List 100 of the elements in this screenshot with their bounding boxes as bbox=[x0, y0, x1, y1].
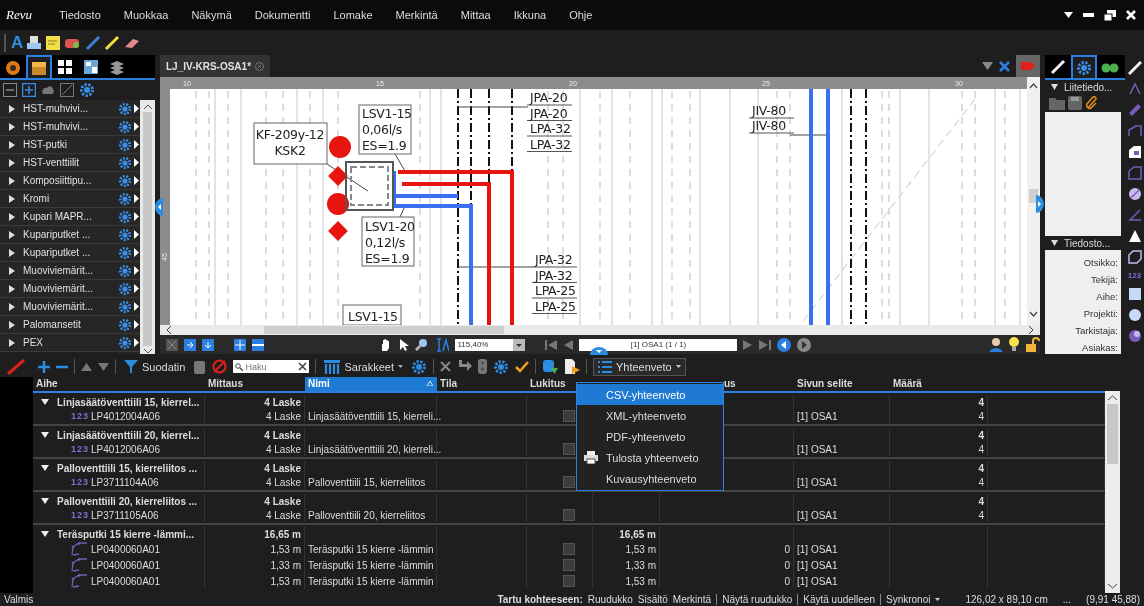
scroll-down-icon[interactable] bbox=[143, 349, 152, 354]
zoom-icon[interactable] bbox=[415, 337, 430, 352]
settings-icon[interactable] bbox=[118, 119, 132, 134]
clear-icon[interactable] bbox=[298, 362, 308, 371]
text-tool[interactable]: A bbox=[11, 34, 24, 51]
collapse-all-icon[interactable] bbox=[3, 83, 17, 97]
tool-set-item[interactable]: Kupari MAPR... bbox=[0, 208, 118, 226]
dropdown-icon[interactable] bbox=[513, 338, 526, 351]
collapse-arrow-icon[interactable] bbox=[41, 531, 49, 537]
clear-filter-icon[interactable] bbox=[212, 359, 228, 374]
shape-icon[interactable] bbox=[60, 83, 74, 97]
tool-set-item[interactable]: Palomansetit bbox=[0, 316, 118, 334]
snap-option[interactable]: Ruudukko bbox=[587, 594, 633, 605]
collapse-arrow-icon[interactable] bbox=[41, 498, 49, 504]
snapshot-icon[interactable] bbox=[1127, 287, 1142, 301]
move-up-icon[interactable] bbox=[81, 362, 92, 371]
user-icon[interactable] bbox=[989, 337, 1003, 352]
expand-arrow-icon[interactable] bbox=[1051, 240, 1058, 246]
status-toggle[interactable]: Synkronoi bbox=[885, 594, 931, 605]
export-icon[interactable] bbox=[563, 358, 580, 375]
note-icon[interactable] bbox=[45, 34, 62, 51]
tool-set-item[interactable]: HST-muhvivi... bbox=[0, 118, 118, 136]
more-link[interactable]: ... bbox=[1062, 594, 1072, 605]
snap-option[interactable]: Merkintä bbox=[672, 594, 712, 605]
status-light-icon[interactable] bbox=[477, 359, 487, 374]
pencil-icon[interactable] bbox=[104, 34, 121, 51]
cloud-icon[interactable] bbox=[41, 83, 55, 97]
collapse-arrow-icon[interactable] bbox=[41, 465, 49, 471]
ruler-icon[interactable] bbox=[1127, 103, 1142, 117]
scrollbar[interactable] bbox=[1027, 77, 1040, 325]
scroll-down-icon[interactable] bbox=[1108, 584, 1117, 589]
move-down-icon[interactable] bbox=[98, 362, 109, 371]
scroll-thumb[interactable] bbox=[143, 112, 152, 346]
section-title[interactable]: Liitetiedo... bbox=[1064, 81, 1113, 93]
angle-icon[interactable] bbox=[1127, 208, 1142, 222]
settings-icon[interactable] bbox=[118, 281, 132, 296]
menu-item[interactable]: Mittaa bbox=[460, 9, 491, 21]
settings-icon[interactable] bbox=[118, 263, 132, 278]
count-label[interactable]: 123 bbox=[1127, 271, 1142, 280]
scroll-thumb[interactable] bbox=[1107, 404, 1118, 464]
text-select-icon[interactable] bbox=[435, 337, 450, 352]
tool-set-item[interactable]: Muoviviemärit... bbox=[0, 280, 118, 298]
menu-item[interactable]: Lomake bbox=[333, 9, 373, 21]
menu-item[interactable]: Ohje bbox=[569, 9, 593, 21]
filter-button[interactable]: Suodatin bbox=[122, 357, 188, 376]
settings-icon[interactable] bbox=[118, 155, 132, 170]
perimeter-icon[interactable] bbox=[1127, 166, 1142, 180]
menu-item[interactable]: Tiedosto bbox=[59, 9, 101, 21]
column-header[interactable]: Tila bbox=[437, 377, 527, 391]
settings-icon[interactable] bbox=[118, 245, 132, 260]
tool-set-item[interactable]: Komposiittipu... bbox=[0, 172, 118, 190]
sync-icon[interactable] bbox=[234, 338, 246, 351]
menu-item[interactable]: Muokkaa bbox=[123, 9, 169, 21]
pointer-icon[interactable] bbox=[399, 337, 410, 352]
menu-item[interactable]: XML-yhteenveto bbox=[577, 405, 723, 426]
trash-icon[interactable] bbox=[193, 359, 207, 374]
checkbox[interactable] bbox=[563, 575, 575, 587]
settings-icon[interactable] bbox=[118, 101, 132, 116]
collapse-handle-icon[interactable] bbox=[1036, 195, 1044, 213]
menu-item[interactable]: PDF-yhteenveto bbox=[577, 426, 723, 447]
cube-icon[interactable] bbox=[1127, 250, 1142, 264]
diameter-icon[interactable] bbox=[1127, 187, 1142, 201]
stamp-icon[interactable] bbox=[26, 34, 43, 51]
menu-item[interactable]: CSV-yhteenveto bbox=[577, 384, 723, 405]
checkbox[interactable] bbox=[563, 410, 575, 422]
menu-item[interactable]: Tulosta yhteenveto bbox=[577, 447, 723, 468]
paperclip-icon[interactable] bbox=[1085, 96, 1099, 110]
restore-icon[interactable] bbox=[1104, 9, 1116, 21]
settings-icon[interactable] bbox=[118, 209, 132, 224]
last-page-icon[interactable] bbox=[759, 338, 772, 351]
snap-option[interactable]: Sisältö bbox=[637, 594, 668, 605]
tool-set-item[interactable]: HST-venttiilit bbox=[0, 154, 118, 172]
light-bulb-icon[interactable] bbox=[1009, 337, 1019, 352]
collapse-arrow-icon[interactable] bbox=[41, 399, 49, 405]
calibrate-icon[interactable] bbox=[1127, 82, 1142, 96]
collapse-arrow-icon[interactable] bbox=[41, 432, 49, 438]
status-toggle[interactable]: Käytä uudelleen bbox=[803, 594, 875, 605]
tool-set-item[interactable]: Muoviviemärit... bbox=[0, 262, 118, 280]
column-header[interactable]: Nimi bbox=[305, 377, 437, 391]
search-field[interactable]: Haku bbox=[233, 360, 310, 373]
menu-item[interactable]: Merkintä bbox=[395, 9, 438, 21]
cutout-icon[interactable] bbox=[1127, 329, 1142, 343]
expand-all-icon[interactable] bbox=[22, 83, 36, 97]
settings-icon[interactable] bbox=[118, 227, 132, 242]
settings-icon[interactable] bbox=[118, 173, 132, 188]
settings-icon[interactable] bbox=[118, 299, 132, 314]
scrollbar[interactable] bbox=[140, 100, 155, 354]
tool-set-item[interactable]: PEX bbox=[0, 334, 118, 352]
add-icon[interactable] bbox=[38, 360, 50, 373]
dropdown-icon[interactable] bbox=[935, 598, 941, 601]
settings-icon[interactable] bbox=[410, 358, 427, 375]
scroll-up-icon[interactable] bbox=[143, 104, 152, 109]
tool-set-item[interactable]: HST-muhvivi... bbox=[0, 100, 118, 118]
tool-set-item[interactable]: HST-putki bbox=[0, 136, 118, 154]
volume-icon[interactable] bbox=[1127, 229, 1142, 243]
checkbox[interactable] bbox=[563, 509, 575, 521]
lock-icon[interactable] bbox=[1025, 337, 1040, 352]
scroll-up-icon[interactable] bbox=[1108, 395, 1117, 400]
summary-button[interactable]: Yhteenveto bbox=[592, 357, 686, 376]
tool-set-item[interactable]: Kupariputket ... bbox=[0, 244, 118, 262]
